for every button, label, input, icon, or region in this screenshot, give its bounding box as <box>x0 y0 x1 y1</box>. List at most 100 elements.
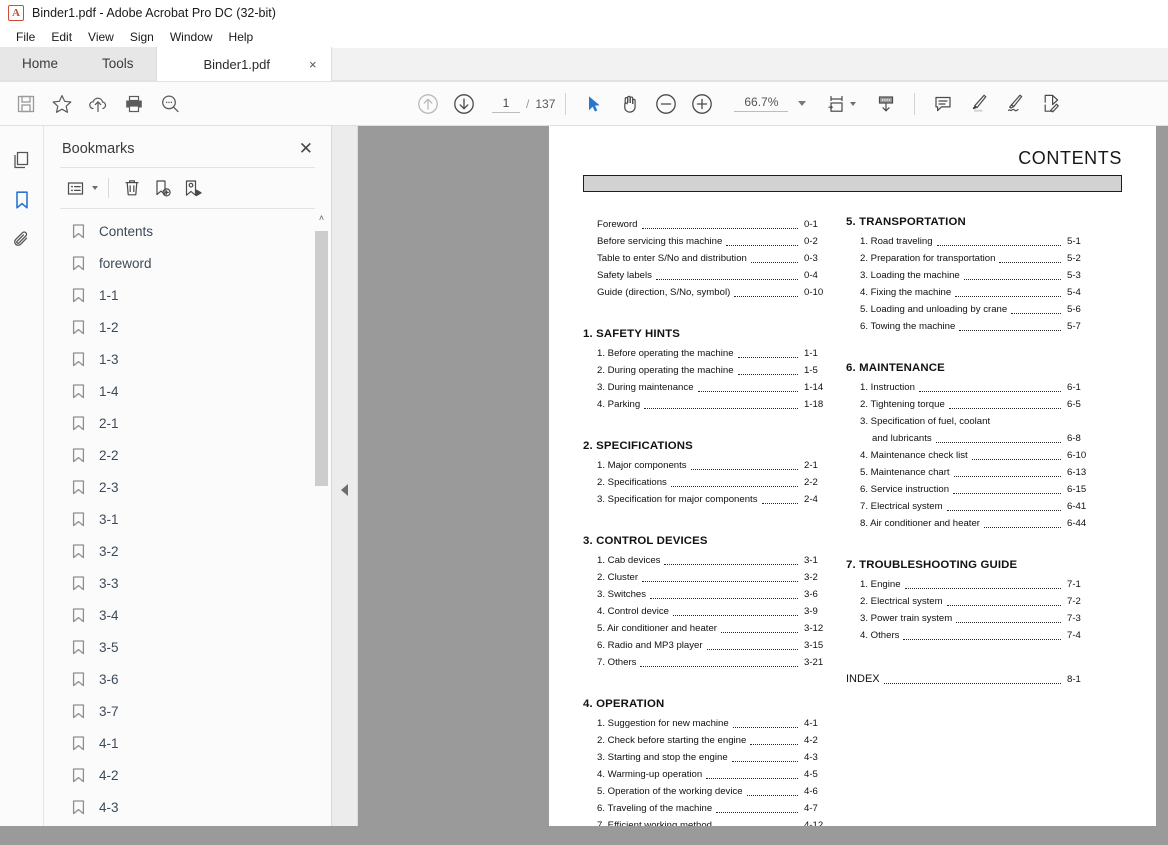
contents-row[interactable]: and lubricants 6-8 <box>846 430 1091 447</box>
pdf-viewer[interactable]: CONTENTS Foreword 0-1 Before servicing thi… <box>358 126 1168 826</box>
contents-row[interactable]: Safety labels 0-4 <box>583 267 828 284</box>
delete-bookmark-icon[interactable] <box>117 174 147 202</box>
contents-row[interactable]: 4. Warming-up operation 4-5 <box>583 766 828 783</box>
options-list-icon[interactable] <box>60 174 90 202</box>
contents-row[interactable]: 4. Fixing the machine 5-4 <box>846 284 1091 301</box>
bookmarks-icon[interactable] <box>5 180 39 220</box>
menu-item-help[interactable]: Help <box>221 28 262 46</box>
zoom-level-value[interactable]: 66.7% <box>734 95 789 112</box>
attachments-icon[interactable] <box>5 220 39 260</box>
bookmark-item[interactable]: 2-2 <box>44 439 331 471</box>
zoom-search-icon[interactable] <box>152 87 188 121</box>
contents-row[interactable]: 1. Cab devices 3-1 <box>583 552 828 569</box>
contents-row[interactable]: 1. Instruction 6-1 <box>846 379 1091 396</box>
scrollbar-thumb[interactable] <box>315 231 328 486</box>
contents-row[interactable]: 8. Air conditioner and heater 6-44 <box>846 515 1091 532</box>
highlighter-icon[interactable] <box>961 87 997 121</box>
contents-row[interactable]: 6. Towing the machine 5-7 <box>846 318 1091 335</box>
contents-row[interactable]: Foreword 0-1 <box>583 216 828 233</box>
contents-row[interactable]: 2. Cluster 3-2 <box>583 569 828 586</box>
panel-collapse-handle[interactable] <box>332 126 358 826</box>
menu-item-sign[interactable]: Sign <box>122 28 162 46</box>
contents-row[interactable]: 2. Preparation for transportation 5-2 <box>846 250 1091 267</box>
contents-row[interactable]: 1. Major components 2-1 <box>583 457 828 474</box>
cursor-arrow-icon[interactable] <box>576 87 612 121</box>
bookmark-item[interactable]: 3-4 <box>44 599 331 631</box>
contents-row[interactable]: 3. During maintenance 1-14 <box>583 379 828 396</box>
bookmark-item[interactable]: Contents <box>44 215 331 247</box>
hand-icon[interactable] <box>612 87 648 121</box>
contents-row[interactable]: 2. During operating the machine 1-5 <box>583 362 828 379</box>
contents-row[interactable]: 2. Specifications 2-2 <box>583 474 828 491</box>
contents-row[interactable]: 4. Maintenance check list 6-10 <box>846 447 1091 464</box>
bookmark-item[interactable]: 2-3 <box>44 471 331 503</box>
contents-row[interactable]: 6. Service instruction 6-15 <box>846 481 1091 498</box>
menu-item-window[interactable]: Window <box>162 28 221 46</box>
menu-item-file[interactable]: File <box>8 28 43 46</box>
tab-tools[interactable]: Tools <box>80 47 156 81</box>
star-icon[interactable] <box>44 87 80 121</box>
bookmark-item[interactable]: 2-1 <box>44 407 331 439</box>
contents-row[interactable]: 6. Traveling of the machine 4-7 <box>583 800 828 817</box>
contents-row[interactable]: 2. Tightening torque 6-5 <box>846 396 1091 413</box>
contents-row[interactable]: 2. Check before starting the engine 4-2 <box>583 732 828 749</box>
contents-index-row[interactable]: INDEX 8-1 <box>846 671 1091 688</box>
tab-document[interactable]: Binder1.pdf × <box>155 47 332 81</box>
chevron-down-icon-fit[interactable] <box>850 101 857 106</box>
bookmark-item[interactable]: 1-2 <box>44 311 331 343</box>
close-icon[interactable]: × <box>309 58 317 71</box>
contents-row[interactable]: 3. Switches 3-6 <box>583 586 828 603</box>
contents-row[interactable]: 4. Control device 3-9 <box>583 603 828 620</box>
bookmarks-scrollbar[interactable]: ˄ <box>314 209 329 826</box>
contents-row[interactable]: 7. Electrical system 6-41 <box>846 498 1091 515</box>
contents-row[interactable]: Table to enter S/No and distribution 0-3 <box>583 250 828 267</box>
bookmark-item[interactable]: 3-7 <box>44 695 331 727</box>
contents-row[interactable]: 3. Loading the machine 5-3 <box>846 267 1091 284</box>
contents-row[interactable]: 5. Air conditioner and heater 3-12 <box>583 620 828 637</box>
scroll-up-icon[interactable]: ˄ <box>314 209 329 226</box>
contents-row[interactable]: 3. Power train system 7-3 <box>846 610 1091 627</box>
contents-row[interactable]: 4. Parking 1-18 <box>583 396 828 413</box>
menu-item-edit[interactable]: Edit <box>43 28 80 46</box>
minus-circle-icon[interactable] <box>648 87 684 121</box>
contents-row[interactable]: 4. Others 7-4 <box>846 627 1091 644</box>
contents-row[interactable]: Before servicing this machine 0-2 <box>583 233 828 250</box>
upload-cloud-icon[interactable] <box>80 87 116 121</box>
page-display-icon[interactable] <box>868 87 904 121</box>
contents-row[interactable]: 5. Loading and unloading by crane 5-6 <box>846 301 1091 318</box>
chevron-down-icon-options[interactable] <box>92 186 98 190</box>
arrow-down-circle-icon[interactable] <box>446 87 482 121</box>
bookmark-item[interactable]: 4-2 <box>44 759 331 791</box>
contents-row[interactable]: 1. Road traveling 5-1 <box>846 233 1091 250</box>
comment-icon[interactable] <box>925 87 961 121</box>
plus-circle-icon[interactable] <box>684 87 720 121</box>
fit-page-icon[interactable] <box>824 87 850 121</box>
close-icon[interactable]: ✕ <box>295 138 317 159</box>
bookmark-item[interactable]: 3-1 <box>44 503 331 535</box>
contents-row[interactable]: 2. Electrical system 7-2 <box>846 593 1091 610</box>
new-bookmark-icon[interactable] <box>147 174 177 202</box>
bookmark-item[interactable]: 1-1 <box>44 279 331 311</box>
bookmark-item[interactable]: 3-6 <box>44 663 331 695</box>
menu-item-view[interactable]: View <box>80 28 122 46</box>
contents-row[interactable]: Guide (direction, S/No, symbol) 0-10 <box>583 284 828 301</box>
pen-signature-icon[interactable] <box>997 87 1033 121</box>
page-number-input[interactable] <box>492 94 520 113</box>
bookmark-item[interactable]: 4-3 <box>44 791 331 823</box>
contents-row[interactable]: 1. Engine 7-1 <box>846 576 1091 593</box>
contents-row[interactable]: 3. Starting and stop the engine 4-3 <box>583 749 828 766</box>
arrow-up-circle-icon[interactable] <box>410 87 446 121</box>
tab-home[interactable]: Home <box>0 47 80 81</box>
bookmark-item[interactable]: foreword <box>44 247 331 279</box>
contents-row[interactable]: 5. Operation of the working device 4-6 <box>583 783 828 800</box>
fill-and-sign-icon[interactable] <box>1033 87 1069 121</box>
chevron-down-icon[interactable] <box>798 101 807 106</box>
contents-row[interactable]: 6. Radio and MP3 player 3-15 <box>583 637 828 654</box>
page-thumbnails-icon[interactable] <box>5 140 39 180</box>
bookmark-item[interactable]: 3-5 <box>44 631 331 663</box>
bookmark-item[interactable]: 4-1 <box>44 727 331 759</box>
contents-row[interactable]: 1. Suggestion for new machine 4-1 <box>583 715 828 732</box>
save-icon[interactable] <box>8 87 44 121</box>
contents-row[interactable]: 7. Efficient working method 4-12 <box>583 817 828 826</box>
goto-bookmark-icon[interactable] <box>177 174 207 202</box>
